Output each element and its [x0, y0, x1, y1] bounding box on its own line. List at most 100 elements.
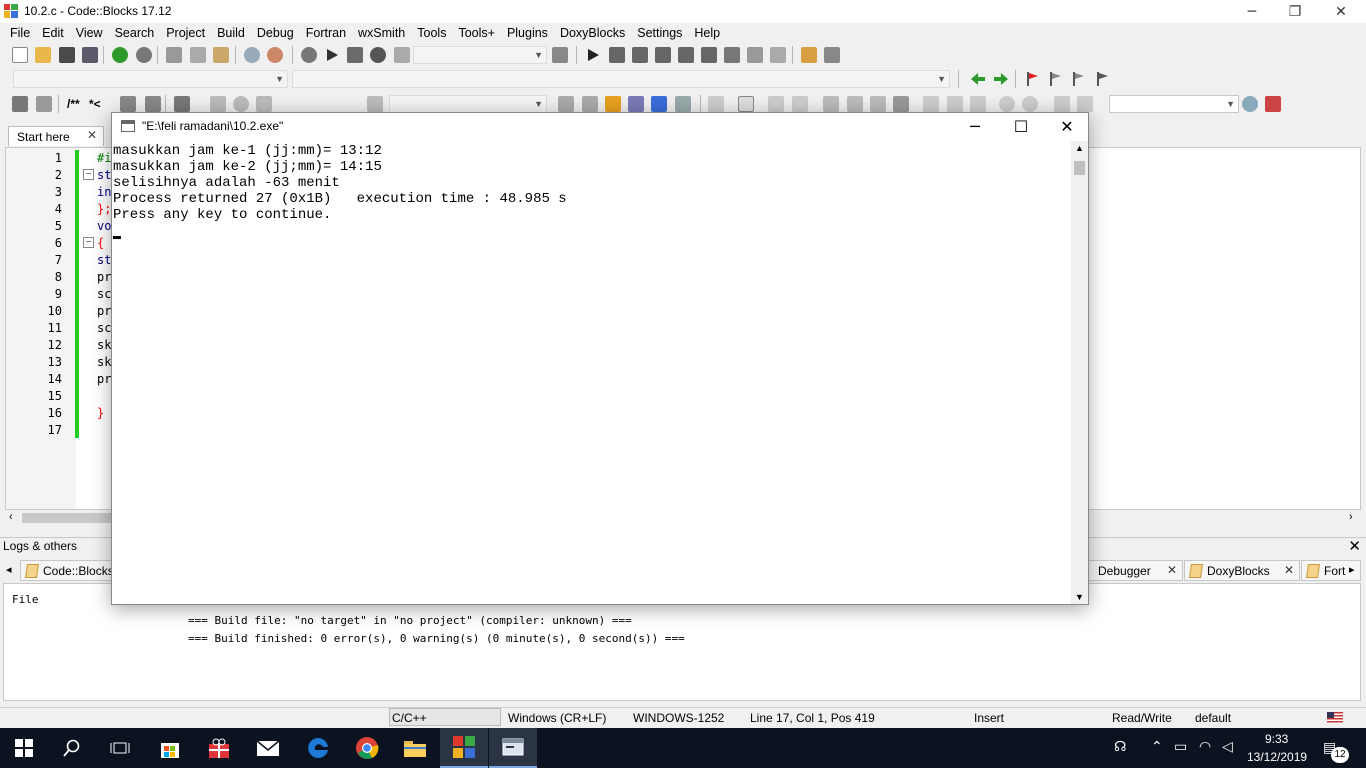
layout-1-icon[interactable] [823, 96, 839, 112]
symbol-search-icon[interactable] [1242, 96, 1258, 112]
console-minimize-button[interactable]: ─ [952, 113, 998, 140]
tabs-scroll-right-icon[interactable]: ▸ [1349, 563, 1355, 576]
battery-icon[interactable]: ▭ [1174, 739, 1187, 755]
open-folder-icon[interactable] [35, 47, 51, 63]
tab-close-icon[interactable]: ✕ [87, 128, 97, 142]
redo-icon[interactable] [136, 47, 152, 63]
console-output[interactable]: masukkan jam ke-1 (jj:mm)= 13:12 masukka… [112, 141, 1078, 604]
s-script-icon[interactable] [1054, 96, 1070, 112]
block-comment-button[interactable]: /** [67, 97, 80, 111]
menu-fortran[interactable]: Fortran [300, 26, 352, 40]
menu-build[interactable]: Build [211, 26, 251, 40]
c-script-icon[interactable] [1077, 96, 1093, 112]
jump-forward-icon[interactable] [993, 71, 1009, 87]
line-comment-button[interactable]: *< [89, 97, 101, 111]
edge-app[interactable] [294, 728, 342, 768]
jump-back-icon[interactable] [970, 71, 986, 87]
tab-start-here[interactable]: Start here ✕ [8, 126, 104, 146]
menu-settings[interactable]: Settings [631, 26, 688, 40]
debug-info-icon[interactable] [824, 47, 840, 63]
shape-2-icon[interactable] [947, 96, 963, 112]
abort-icon[interactable] [394, 47, 410, 63]
console-vertical-scrollbar[interactable]: ▲ ▼ [1071, 141, 1088, 604]
zoom-box-icon[interactable] [792, 96, 808, 112]
step-into-icon[interactable] [655, 47, 671, 63]
run-to-cursor-icon[interactable] [609, 47, 625, 63]
settings-wrench-icon[interactable] [1265, 96, 1281, 112]
wifi-icon[interactable]: ◠ [1199, 739, 1211, 755]
people-icon[interactable]: ☊ [1114, 739, 1126, 755]
incremental-search-select[interactable]: ▼ [389, 95, 547, 113]
box-icon[interactable] [738, 96, 754, 112]
search-prev-icon[interactable] [558, 96, 574, 112]
console-close-button[interactable]: ✕ [1044, 113, 1090, 140]
menu-search[interactable]: Search [109, 26, 161, 40]
paste-icon[interactable] [213, 47, 229, 63]
layout-4-icon[interactable] [893, 96, 909, 112]
store-app[interactable] [146, 728, 194, 768]
menu-plugins[interactable]: Plugins [501, 26, 554, 40]
menu-file[interactable]: File [4, 26, 36, 40]
menu-project[interactable]: Project [160, 26, 211, 40]
dot-icon[interactable] [233, 96, 249, 112]
scroll-right-icon[interactable]: › [1349, 511, 1353, 523]
tab-close-icon[interactable]: ✕ [1167, 563, 1177, 577]
save-icon[interactable] [59, 47, 75, 63]
debug-start-icon[interactable] [585, 47, 601, 63]
restore-button[interactable]: ❐ [1272, 0, 1318, 23]
logs-close-icon[interactable]: ✕ [1348, 537, 1361, 555]
new-file-icon[interactable] [12, 47, 28, 63]
run-icon[interactable] [324, 47, 340, 63]
regex-icon[interactable] [675, 96, 691, 112]
scroll-left-icon[interactable]: ‹ [9, 511, 13, 523]
bookmark-next-icon[interactable] [1070, 71, 1086, 87]
build-gear-icon[interactable] [301, 47, 317, 63]
console-window[interactable]: "E:\feli ramadani\10.2.exe" ─ ☐ ✕ masukk… [111, 112, 1089, 605]
scroll-down-icon[interactable]: ▼ [1075, 592, 1084, 602]
first-line-icon[interactable] [210, 96, 226, 112]
menu-edit[interactable]: Edit [36, 26, 70, 40]
task-view-button[interactable] [96, 728, 144, 768]
bookmark-clear-icon[interactable] [1094, 71, 1110, 87]
build-run-icon[interactable] [347, 47, 363, 63]
scroll-up-icon[interactable]: ▲ [1075, 143, 1084, 153]
show-hidden-icons-chevron-icon[interactable]: ⌃ [1151, 739, 1163, 755]
scrollbar-thumb[interactable] [22, 513, 112, 523]
selected-text-icon[interactable] [628, 96, 644, 112]
clear-search-icon[interactable] [367, 96, 383, 112]
log-tab-codeblocks[interactable]: Code::Blocks [20, 560, 114, 581]
start-button[interactable] [0, 728, 48, 768]
rebuild-icon[interactable] [370, 47, 386, 63]
menu-doxyblocks[interactable]: DoxyBlocks [554, 26, 631, 40]
extract-docs-icon[interactable] [36, 96, 52, 112]
menu-debug[interactable]: Debug [251, 26, 300, 40]
build-target-select[interactable]: ▼ [413, 46, 547, 64]
save-all-icon[interactable] [82, 47, 98, 63]
stop-debug-icon[interactable] [770, 47, 786, 63]
zoom-in-icon[interactable] [999, 96, 1015, 112]
minimize-button[interactable]: ─ [1229, 0, 1275, 23]
last-line-icon[interactable] [256, 96, 272, 112]
console-task[interactable] [489, 728, 537, 768]
shape-1-icon[interactable] [923, 96, 939, 112]
chrome-app[interactable] [343, 728, 391, 768]
replace-icon[interactable] [267, 47, 283, 63]
match-case-icon[interactable] [651, 96, 667, 112]
menu-wxsmith[interactable]: wxSmith [352, 26, 411, 40]
search-button[interactable] [48, 728, 96, 768]
console-maximize-button[interactable]: ☐ [998, 113, 1044, 140]
function-select[interactable]: ▼ [292, 70, 950, 88]
scope-select[interactable]: ▼ [13, 70, 288, 88]
next-line-icon[interactable] [632, 47, 648, 63]
copy-icon[interactable] [190, 47, 206, 63]
menu-view[interactable]: View [70, 26, 109, 40]
step-out-icon[interactable] [678, 47, 694, 63]
doxywizard-icon[interactable] [12, 96, 28, 112]
debug-windows-icon[interactable] [801, 47, 817, 63]
highlight-icon[interactable] [605, 96, 621, 112]
close-button[interactable]: ✕ [1318, 0, 1364, 23]
tabs-scroll-left-icon[interactable]: ◂ [6, 563, 12, 576]
codeblocks-task[interactable] [440, 728, 488, 768]
show-target-icon[interactable] [552, 47, 568, 63]
menu-tools[interactable]: Tools [411, 26, 452, 40]
